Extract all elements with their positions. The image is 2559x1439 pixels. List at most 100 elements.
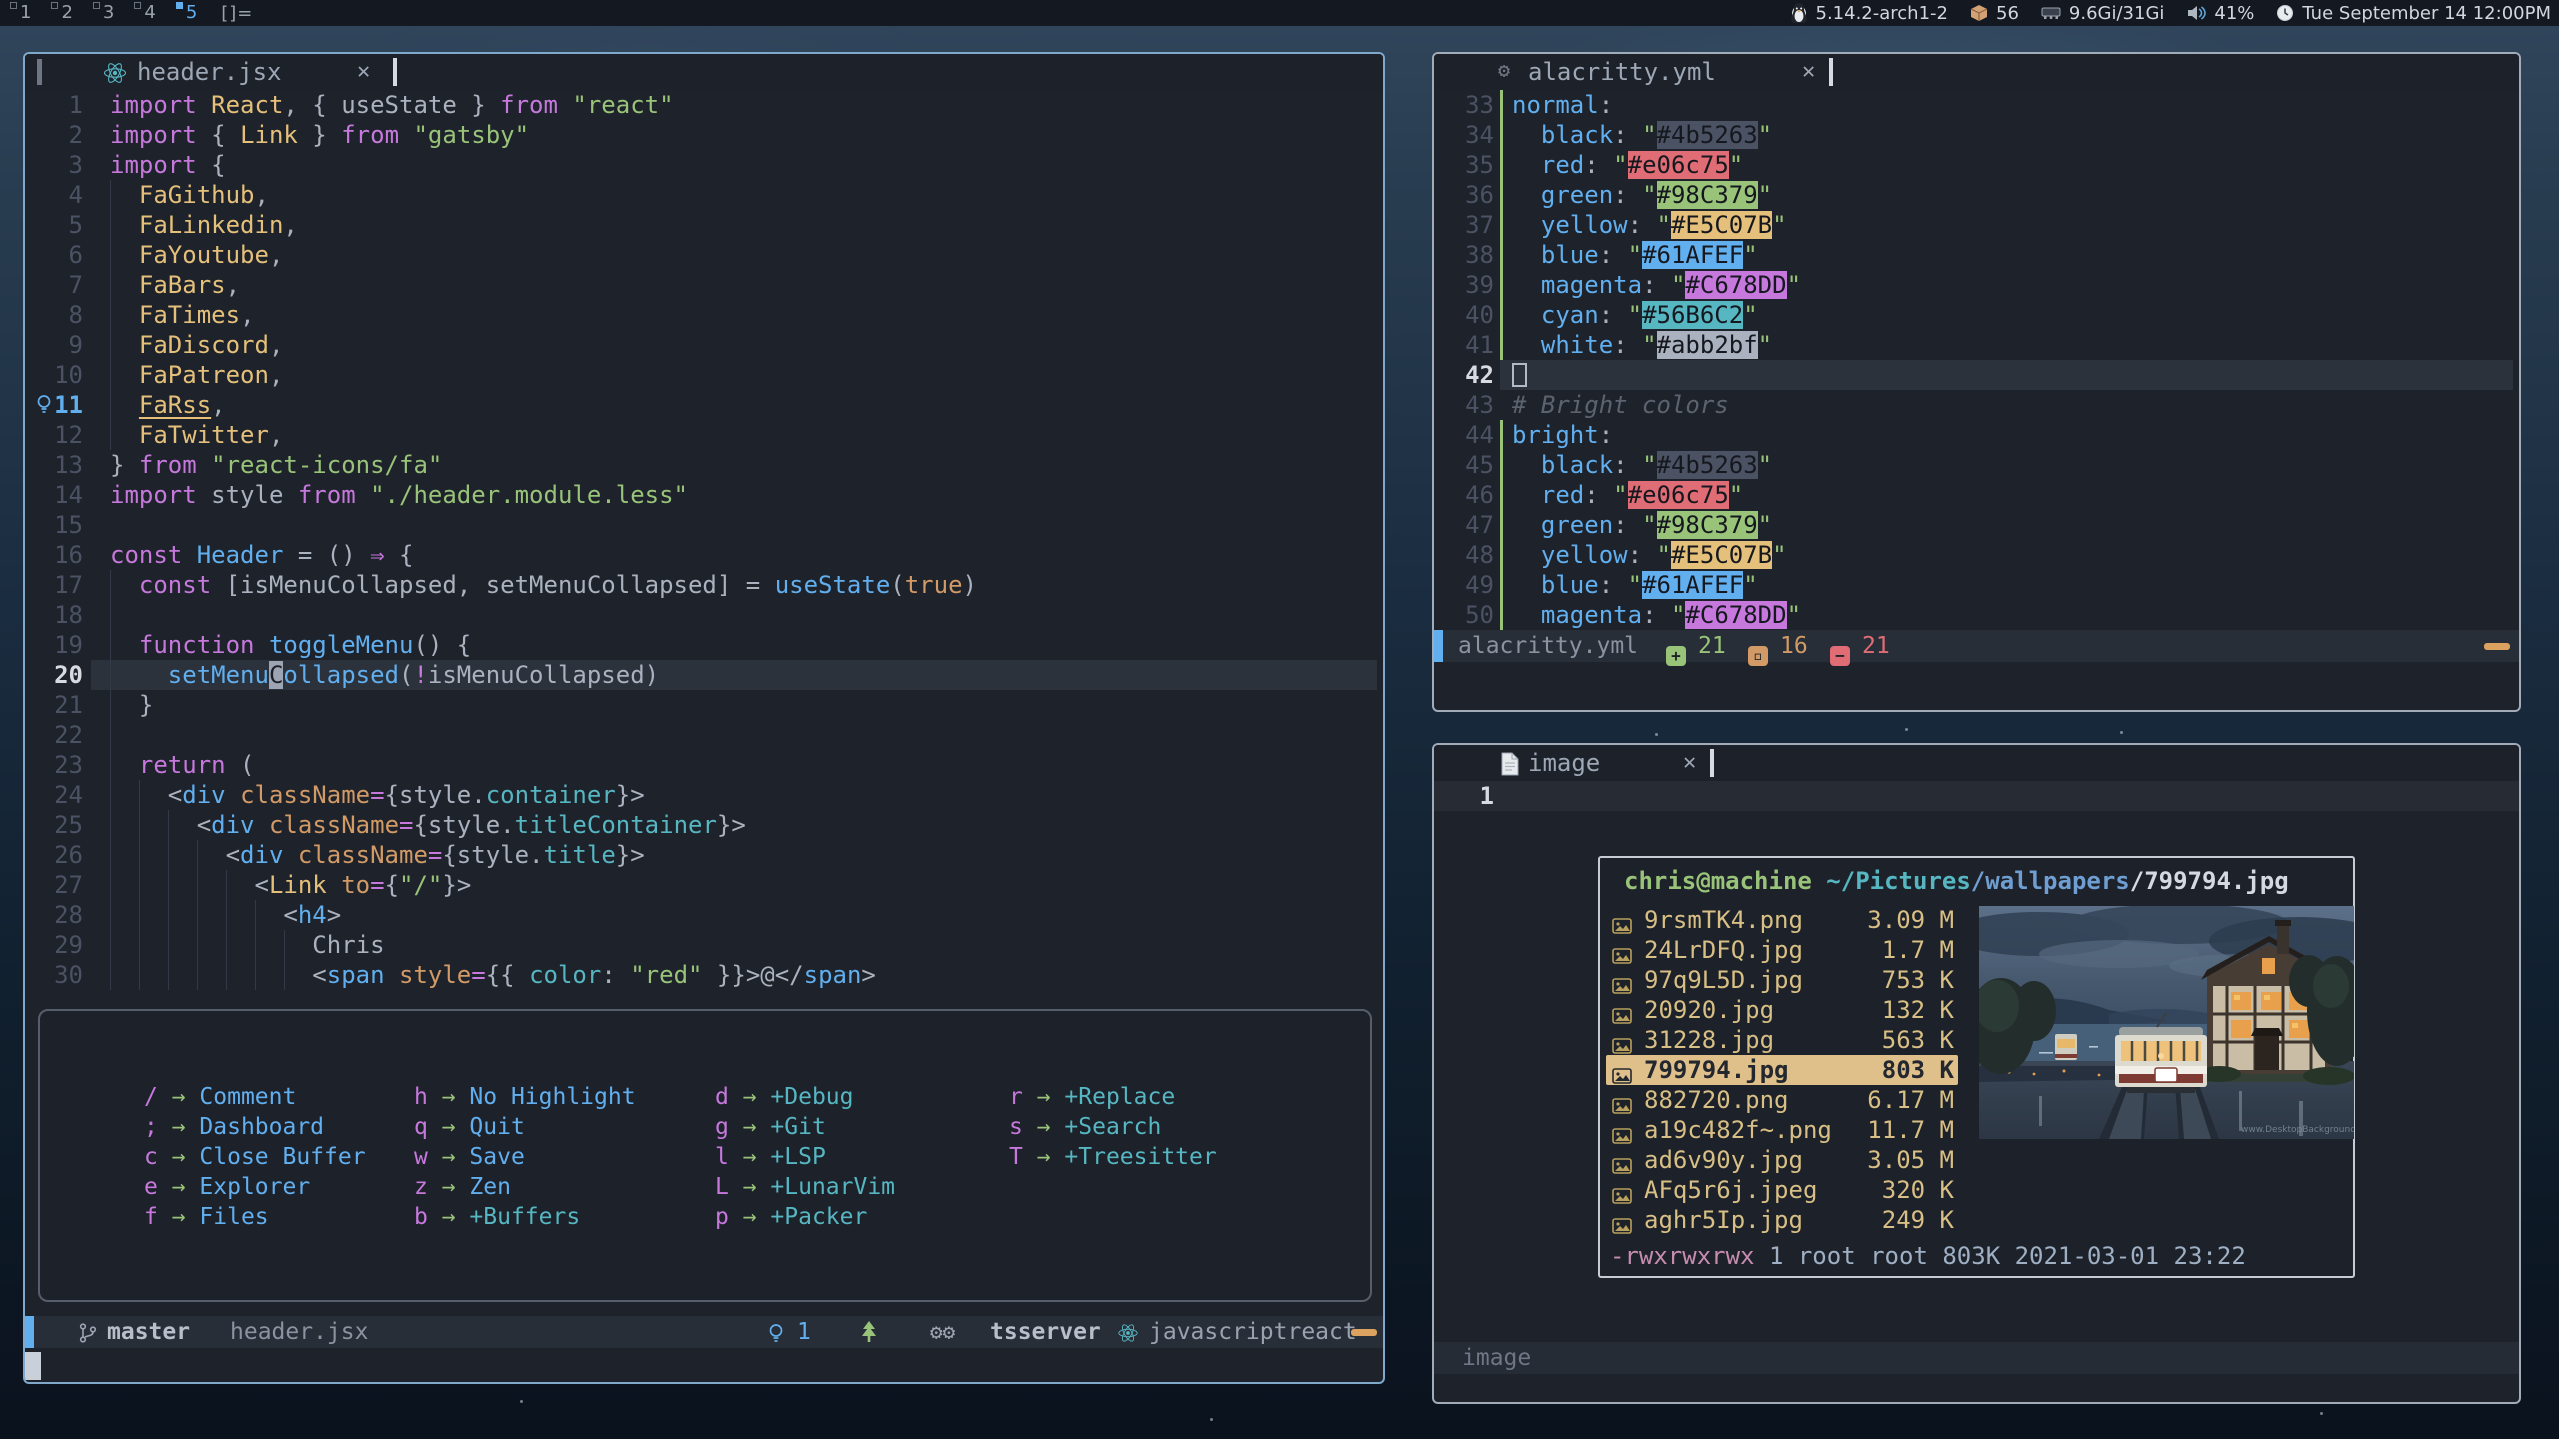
which-key-item[interactable]: L → +LunarVim <box>715 1172 895 1202</box>
which-key-item[interactable]: ; → Dashboard <box>144 1112 324 1142</box>
code-token: , <box>283 211 297 239</box>
code-line[interactable]: red: "#e06c75" <box>1512 150 1743 180</box>
file-row[interactable]: aghr5Ip.jpg249 K <box>1606 1205 1958 1235</box>
code-line[interactable]: <div className={style.container}> <box>110 780 645 810</box>
code-line[interactable]: } from "react-icons/fa" <box>110 450 442 480</box>
which-key-item[interactable]: c → Close Buffer <box>144 1142 366 1172</box>
code-line[interactable]: FaDiscord, <box>110 330 283 360</box>
code-line[interactable]: <span style={{ color: "red" }}>@</span> <box>110 960 876 990</box>
file-row[interactable]: 882720.png6.17 M <box>1606 1085 1958 1115</box>
code-line[interactable]: red: "#e06c75" <box>1512 480 1743 510</box>
code-line[interactable]: blue: "#61AFEF" <box>1512 240 1758 270</box>
code-line[interactable]: black: "#4b5263" <box>1512 120 1772 150</box>
code-line[interactable]: cyan: "#56B6C2" <box>1512 300 1758 330</box>
tab-close-icon[interactable]: ✕ <box>1802 58 1815 86</box>
layout-indicator[interactable]: []= <box>221 3 253 24</box>
code-line[interactable]: import style from "./header.module.less" <box>110 480 688 510</box>
file-row[interactable]: 31228.jpg563 K <box>1606 1025 1958 1055</box>
which-key-item[interactable]: e → Explorer <box>144 1172 310 1202</box>
tab-alacritty[interactable]: alacritty.yml <box>1528 57 1716 87</box>
code-line[interactable]: FaTimes, <box>110 300 255 330</box>
tab-headerjsx[interactable]: header.jsx <box>137 57 282 87</box>
code-line[interactable]: yellow: "#E5C07B" <box>1512 540 1787 570</box>
which-key-item[interactable]: l → +LSP <box>715 1142 826 1172</box>
tab-close-icon[interactable]: ✕ <box>357 58 370 86</box>
code-line[interactable]: setMenuCollapsed(!isMenuCollapsed) <box>110 660 659 690</box>
which-key-item[interactable]: r → +Replace <box>1009 1082 1175 1112</box>
scroll-indicator[interactable] <box>2484 643 2510 650</box>
code-line[interactable]: import { <box>110 150 226 180</box>
code-line[interactable]: yellow: "#E5C07B" <box>1512 210 1787 240</box>
which-key-item[interactable]: q → Quit <box>414 1112 525 1142</box>
file-row[interactable]: a19c482f~.png11.7 M <box>1606 1115 1958 1145</box>
tab-close-icon[interactable]: ✕ <box>1683 749 1696 777</box>
code-line[interactable]: function toggleMenu() { <box>110 630 471 660</box>
which-key-item[interactable]: f → Files <box>144 1202 269 1232</box>
code-line[interactable]: import React, { useState } from "react" <box>110 90 674 120</box>
which-key-item[interactable]: b → +Buffers <box>414 1202 580 1232</box>
which-key-item[interactable]: z → Zen <box>414 1172 511 1202</box>
file-row[interactable]: AFq5r6j.jpeg320 K <box>1606 1175 1958 1205</box>
workspace-4[interactable]: 4 <box>132 0 165 26</box>
which-key-item[interactable]: T → +Treesitter <box>1009 1142 1217 1172</box>
editor-window-headerjsx: header.jsx ✕ 1import React, { useState }… <box>23 52 1385 1384</box>
which-key-item[interactable]: d → +Debug <box>715 1082 854 1112</box>
code-line[interactable]: <div className={style.title}> <box>110 840 645 870</box>
command-line[interactable]: <leader> <esc> close <bs> go up one leve… <box>25 1348 1383 1384</box>
code-action-bulb-icon[interactable] <box>33 393 55 419</box>
code-line[interactable]: FaPatreon, <box>110 360 283 390</box>
code-line[interactable]: return ( <box>110 750 255 780</box>
code-line[interactable]: normal: <box>1512 90 1613 120</box>
file-row[interactable]: 20920.jpg132 K <box>1606 995 1958 1025</box>
code-line[interactable]: FaGithub, <box>110 180 269 210</box>
which-key-item[interactable]: s → +Search <box>1009 1112 1161 1142</box>
which-key-item[interactable]: h → No Highlight <box>414 1082 636 1112</box>
code-line[interactable]: FaTwitter, <box>110 420 283 450</box>
line-number: 14 <box>25 480 83 510</box>
workspace-3[interactable]: 3 <box>91 0 124 26</box>
code-line[interactable]: Chris <box>110 930 385 960</box>
code-token: : <box>1642 601 1671 629</box>
code-line[interactable]: const [isMenuCollapsed, setMenuCollapsed… <box>110 570 977 600</box>
code-token: to <box>341 871 370 899</box>
code-line[interactable]: blue: "#61AFEF" <box>1512 570 1758 600</box>
code-line[interactable]: white: "#abb2bf" <box>1512 330 1772 360</box>
which-key-item[interactable]: / → Comment <box>144 1082 296 1112</box>
code-line[interactable]: magenta: "#C678DD" <box>1512 270 1801 300</box>
which-key-item[interactable]: w → Save <box>414 1142 525 1172</box>
file-size: 6.17 M <box>1867 1085 1954 1115</box>
workspace-1[interactable]: 1 <box>8 0 41 26</box>
code-line[interactable]: FaYoutube, <box>110 240 283 270</box>
tab-image[interactable]: image <box>1528 748 1600 778</box>
code-line[interactable]: <h4> <box>110 900 341 930</box>
code-line[interactable]: FaLinkedin, <box>110 210 298 240</box>
code-line[interactable]: # Bright colors <box>1512 390 1729 420</box>
code-line[interactable]: green: "#98C379" <box>1512 180 1772 210</box>
package-count: 56 <box>1996 3 2019 24</box>
file-row[interactable]: 24LrDFQ.jpg1.7 M <box>1606 935 1958 965</box>
code-line[interactable]: green: "#98C379" <box>1512 510 1772 540</box>
scroll-indicator[interactable] <box>1351 1329 1377 1336</box>
code-token: h4 <box>298 901 327 929</box>
code-line[interactable]: FaBars, <box>110 270 240 300</box>
file-row[interactable]: 9rsmTK4.png3.09 M <box>1606 905 1958 935</box>
which-key-item[interactable]: p → +Packer <box>715 1202 867 1232</box>
code-line[interactable]: black: "#4b5263" <box>1512 450 1772 480</box>
workspace-2[interactable]: 2 <box>49 0 82 26</box>
code-line[interactable]: FaRss, <box>110 390 226 420</box>
code-token: " <box>1729 151 1743 179</box>
code-line[interactable]: import { Link } from "gatsby" <box>110 120 529 150</box>
code-token: toggleMenu <box>269 631 414 659</box>
workspace-list: 12345 <box>0 0 207 26</box>
which-key-item[interactable]: g → +Git <box>715 1112 826 1142</box>
file-row[interactable]: 97q9L5D.jpg753 K <box>1606 965 1958 995</box>
code-line[interactable]: <Link to={"/"}> <box>110 870 471 900</box>
file-row-selected[interactable]: 799794.jpg803 K <box>1606 1055 1958 1085</box>
code-line[interactable]: magenta: "#C678DD" <box>1512 600 1801 630</box>
code-line[interactable]: bright: <box>1512 420 1613 450</box>
file-row[interactable]: ad6v90y.jpg3.05 M <box>1606 1145 1958 1175</box>
code-line[interactable]: const Header = () ⇒ { <box>110 540 413 570</box>
code-line[interactable]: <div className={style.titleContainer}> <box>110 810 746 840</box>
workspace-5[interactable]: 5 <box>174 0 207 26</box>
code-line[interactable]: } <box>110 690 153 720</box>
